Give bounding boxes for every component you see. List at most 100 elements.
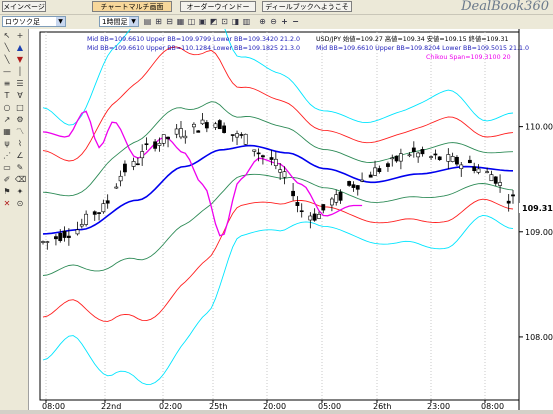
chart-type-value: ロウソク足 [5,18,40,26]
dealbook-logo: DealBook360 [461,0,549,14]
mark-icon[interactable]: ✦ [15,187,25,197]
pitchfork-icon[interactable]: ψ [2,139,12,149]
price-chart[interactable]: 110.00 109.00 108.00 08:00 22nd 02:00 25th 20:… [29,0,553,411]
ellipse-icon[interactable]: ○ [2,103,12,113]
tool-icon-3[interactable]: ⊟ [165,17,174,26]
tab-main-page[interactable]: メインページ [2,1,46,12]
candle-body [282,171,287,178]
legend-line-5: Chikou Span=109.3100 20 [426,54,511,61]
tool-icon-8[interactable]: ⊡ [220,17,229,26]
grid-icon[interactable]: ▦ [2,127,12,137]
chart-type-select[interactable]: ロウソク足 ▼ [2,16,66,27]
fibonacci-icon[interactable]: ☰ [15,79,25,89]
candle-body [299,210,304,213]
candle-body [386,163,390,167]
candle-body [84,213,89,225]
candle-body [196,130,201,133]
line-icon[interactable]: ╲ [2,43,12,53]
tab-label: メインページ [3,3,45,11]
speed-icon[interactable]: ⋰ [2,151,12,161]
candle-body [114,186,119,189]
candle-body [459,164,464,169]
eraser-icon[interactable]: ⌫ [15,175,26,185]
tool-icon-5[interactable]: ◫ [187,17,196,26]
hline-icon[interactable]: — [2,67,12,77]
gear-icon[interactable]: ⚙ [15,115,25,125]
zoom-icon[interactable]: Ɐ [15,91,25,101]
candle-body [308,215,313,221]
tool-icon-1[interactable]: ▤ [143,17,152,26]
candle-body [355,185,360,190]
vline-icon[interactable]: │ [15,67,25,77]
channel-icon[interactable]: ≡ [2,79,12,89]
x-tick-label: 02:00 [159,402,182,410]
candle-body [416,152,421,158]
text-icon[interactable]: T [2,91,12,101]
candle-body [135,163,140,166]
arrow-icon[interactable]: ↗ [2,115,12,125]
candle-body [192,123,196,128]
line-icon[interactable]: ╲ [2,55,12,65]
tool-icon-6[interactable]: ▣ [198,17,207,26]
zoom-in-icon[interactable]: ⊕ [258,17,267,26]
y-tick-label: 110.00 [525,123,553,132]
candle-body [140,151,145,159]
down-arrow-icon[interactable]: ▼ [15,55,25,65]
x-tick-label: 22nd [101,402,121,410]
brush-icon[interactable]: ✎ [15,163,25,173]
candle-body [295,202,300,206]
candle-body [390,157,395,160]
candle-body [66,235,71,238]
crosshair-icon[interactable]: + [15,31,25,41]
drawing-tools-sidebar: ↖ + ╲ ▲ ╲ ▼ — │ ≡ ☰ T Ɐ ○ □ ↗ ⚙ ▦ 〽 ψ ⌇ … [0,29,29,410]
candle-body [312,213,317,221]
chevron-down-icon: ▼ [56,17,65,26]
trend-icon[interactable]: 〽 [15,127,25,137]
chevron-down-icon: ▼ [129,17,138,26]
candle-body [506,200,511,204]
tool-icon-4[interactable]: ▦ [176,17,185,26]
tool-icon-2[interactable]: ⊞ [154,17,163,26]
candle-body [407,154,412,157]
tab-order-window[interactable]: オーダーウインドー [180,1,256,12]
timeframe-select[interactable]: 1時間足 ▼ [99,16,139,27]
candle-body [157,142,162,146]
tool-icon-9[interactable]: ◨ [231,17,240,26]
candle-body [75,229,80,235]
candle-body [273,158,278,166]
candle-body [230,134,235,136]
candle-body [256,152,261,155]
lock-icon[interactable]: ⊙ [15,199,25,209]
candle-body [222,125,227,133]
legend-line-4: Mid BB=109.6610 Upper BB=109.8204 Lower … [316,45,529,52]
candle-body [291,190,295,197]
pen-icon[interactable]: ✐ [2,175,12,185]
zoom-out-icon[interactable]: ⊖ [269,17,278,26]
cursor-icon[interactable]: ↖ [2,31,12,41]
up-arrow-icon[interactable]: ▲ [15,43,25,53]
tool-icon-10[interactable]: ▥ [242,17,251,26]
angle-icon[interactable]: ∠ [15,151,25,161]
delete-icon[interactable]: ✕ [2,199,12,209]
box-icon[interactable]: ▭ [2,163,12,173]
current-price-label: 109.31 [522,204,553,213]
x-ticks: 08:00 22nd 02:00 25th 20:00 05:00 26th 23:00 08:… [42,400,504,411]
candle-body [368,174,373,178]
candle-body [360,179,364,182]
rect-icon[interactable]: □ [15,103,25,113]
candle-body [144,143,149,146]
candle-body [235,133,239,138]
cycle-icon[interactable]: ⌇ [15,139,25,149]
candle-body [118,175,123,182]
tab-dealbook-welcome[interactable]: ディールブックへようこそ [262,1,352,12]
candle-body [41,241,45,243]
candle-body [239,134,244,136]
tool-icon-7[interactable]: ◩ [209,17,218,26]
plus-icon[interactable]: + [280,17,289,26]
candle-body [321,204,326,211]
flag-icon[interactable]: ⚑ [2,187,12,197]
tab-chart-multi[interactable]: チャートマルチ画面 [92,1,172,12]
minus-icon[interactable]: − [291,17,300,26]
candle-body [373,167,377,176]
candle-body [213,123,218,128]
